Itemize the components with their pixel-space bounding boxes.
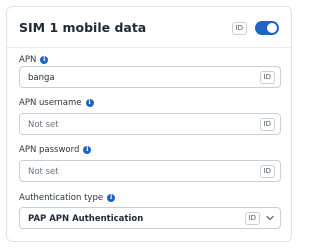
apn-username-placeholder: Not set bbox=[28, 120, 59, 130]
apn-label: APN i bbox=[19, 55, 49, 66]
chevron-down-icon[interactable] bbox=[266, 214, 274, 222]
apn-password-label-text: APN password bbox=[19, 145, 80, 155]
id-badge[interactable]: ID bbox=[244, 212, 260, 225]
authentication-type-label-text: Authentication type bbox=[19, 193, 104, 203]
id-badge[interactable]: ID bbox=[231, 22, 247, 35]
apn-password-input[interactable]: Not set ID bbox=[19, 160, 281, 182]
card-header: SIM 1 mobile data ID bbox=[19, 17, 281, 39]
apn-value: banga bbox=[28, 73, 55, 83]
apn-password-placeholder: Not set bbox=[28, 167, 59, 177]
id-badge[interactable]: ID bbox=[259, 118, 275, 131]
header-divider bbox=[7, 47, 291, 48]
apn-username-label: APN username i bbox=[19, 98, 94, 109]
info-icon[interactable]: i bbox=[83, 146, 92, 154]
apn-username-label-text: APN username bbox=[19, 98, 82, 108]
sim-mobile-data-card: SIM 1 mobile data ID APN i banga ID APN u… bbox=[6, 6, 292, 242]
apn-password-label: APN password i bbox=[19, 145, 92, 156]
id-badge[interactable]: ID bbox=[259, 165, 275, 178]
info-icon[interactable]: i bbox=[107, 194, 116, 202]
apn-username-input[interactable]: Not set ID bbox=[19, 113, 281, 135]
toggle-knob bbox=[267, 23, 277, 33]
info-icon[interactable]: i bbox=[40, 56, 49, 64]
id-badge[interactable]: ID bbox=[259, 71, 275, 84]
apn-input[interactable]: banga ID bbox=[19, 66, 281, 88]
authentication-type-select[interactable]: PAP APN Authentication ID bbox=[19, 207, 281, 229]
authentication-type-label: Authentication type i bbox=[19, 193, 116, 204]
apn-label-text: APN bbox=[19, 55, 37, 65]
mobile-data-toggle[interactable] bbox=[255, 21, 279, 35]
info-icon[interactable]: i bbox=[85, 99, 94, 107]
card-title: SIM 1 mobile data bbox=[19, 20, 147, 35]
authentication-type-value: PAP APN Authentication bbox=[28, 214, 144, 224]
